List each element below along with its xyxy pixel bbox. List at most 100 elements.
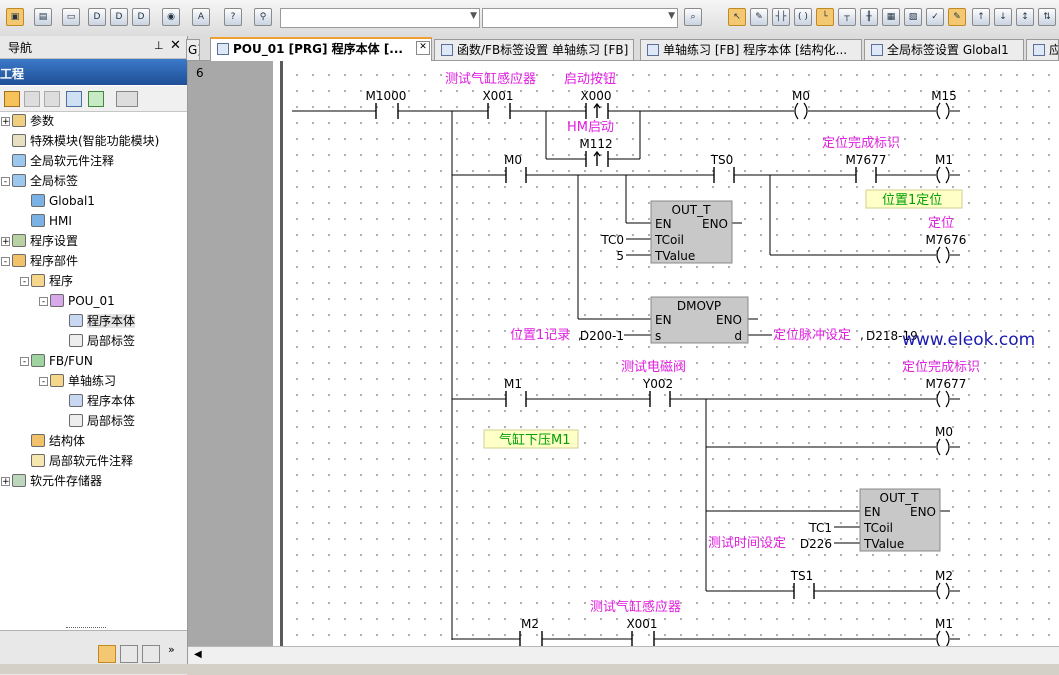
tree-item[interactable]: 结构体 — [31, 431, 85, 451]
tree-item[interactable]: 局部标签 — [69, 411, 135, 431]
tab-pou01-program[interactable]: POU_01 [PRG] 程序本体 [... ✕ — [210, 37, 432, 61]
device-dev2-icon[interactable]: D — [110, 8, 128, 26]
pulse-neg-icon[interactable]: ↕ — [1016, 8, 1034, 26]
tree-item[interactable]: Global1 — [31, 191, 95, 211]
contact-ts0[interactable] — [713, 167, 735, 183]
contact-m112-pulse[interactable] — [585, 150, 609, 167]
close-icon[interactable]: ✕ — [170, 38, 181, 53]
tree-item[interactable]: 全局软元件注释 — [12, 151, 114, 171]
contact-x001[interactable] — [487, 103, 511, 119]
collapse-icon[interactable]: - — [1, 177, 10, 187]
coil-m0-reset[interactable] — [936, 438, 950, 456]
ladder-line-icon[interactable]: └ — [816, 8, 834, 26]
tab-truncated[interactable]: G] — [186, 39, 200, 60]
contact-m1000[interactable] — [375, 103, 399, 119]
fb-out-t-1[interactable]: OUT_T EN ENO TCoil TValue — [650, 200, 733, 264]
lookup-icon[interactable]: ⌕ — [684, 8, 702, 26]
monitor-write-icon[interactable]: ✓ — [926, 8, 944, 26]
tree-item[interactable]: + 参数 — [1, 111, 54, 131]
program-icon[interactable]: ▤ — [34, 8, 52, 26]
edit-mode-icon[interactable]: ✎ — [948, 8, 966, 26]
chevron-down-icon[interactable]: » — [168, 643, 175, 656]
help-icon[interactable]: ? — [224, 8, 242, 26]
coil-m2-set[interactable] — [936, 582, 950, 600]
tree-item[interactable]: 程序本体 — [69, 311, 136, 331]
contact-x001-b[interactable] — [631, 631, 655, 646]
ladder-branch-icon[interactable]: ┬ — [838, 8, 856, 26]
coil-m1-reset[interactable] — [936, 630, 950, 646]
pulse-contact-down-icon[interactable]: ↓ — [994, 8, 1012, 26]
new-item-icon[interactable] — [4, 91, 20, 107]
monitor-icon[interactable]: ◉ — [162, 8, 180, 26]
coil-m7677-reset[interactable] — [936, 390, 950, 408]
ladder-diagram[interactable]: OUT_T EN ENO TCoil TValue DMOVP EN ENO s… — [188, 61, 1059, 646]
contact-m1[interactable] — [505, 391, 527, 407]
scroll-left-icon[interactable]: ◀ — [194, 649, 202, 660]
collapse-icon[interactable]: - — [20, 277, 29, 287]
tree-item[interactable]: - FB/FUN — [20, 351, 93, 371]
window-icon[interactable]: ▭ — [62, 8, 80, 26]
coil-m1-set[interactable] — [936, 166, 950, 184]
fb-out-t-2[interactable]: OUT_T EN ENO TCoil TValue — [859, 488, 941, 552]
tree-item[interactable]: + 程序设置 — [1, 231, 78, 251]
horizontal-scrollbar[interactable]: ◀ — [188, 646, 1059, 665]
ladder-tools-icon[interactable]: ╫ — [860, 8, 878, 26]
device-dev1-icon[interactable]: D — [88, 8, 106, 26]
paste-icon[interactable] — [44, 91, 60, 107]
tree-item[interactable]: 特殊模块(智能功能模块) — [12, 131, 159, 151]
collapse-icon[interactable]: - — [1, 257, 10, 267]
ladder-editor[interactable]: 6 OUT_T EN ENO TCoil TValue DMOVP EN ENO… — [188, 61, 1059, 646]
collapse-icon[interactable]: - — [39, 297, 48, 307]
font-icon[interactable]: A — [192, 8, 210, 26]
tree-item[interactable]: - 程序部件 — [1, 251, 78, 271]
project-view-icon[interactable] — [98, 645, 116, 663]
pulse-contact-icon[interactable]: ↑ — [972, 8, 990, 26]
contact-icon[interactable]: ┤├ — [772, 8, 790, 26]
fb-delete-icon[interactable]: ▧ — [904, 8, 922, 26]
expand-icon[interactable]: + — [1, 237, 10, 247]
tree-item[interactable]: - 单轴练习 — [39, 371, 116, 391]
collapse-icon[interactable]: - — [20, 357, 29, 367]
filter-icon[interactable] — [116, 91, 138, 107]
tree-item[interactable]: 程序本体 — [69, 391, 135, 411]
contact-m2[interactable] — [519, 631, 543, 646]
coil-icon[interactable]: ( ) — [794, 8, 812, 26]
contact-m0[interactable] — [505, 167, 527, 183]
contact-m7677[interactable] — [855, 167, 877, 183]
tab-fb-program-body[interactable]: 单轴练习 [FB] 程序本体 [结构化... — [640, 39, 862, 60]
tree-item[interactable]: 局部软元件注释 — [31, 451, 133, 471]
tree-item[interactable]: - POU_01 — [39, 291, 115, 311]
coil-m7676[interactable] — [936, 246, 950, 264]
tab-truncated-right[interactable]: 应 — [1026, 39, 1059, 60]
pulse-neg2-icon[interactable]: ⇅ — [1038, 8, 1056, 26]
contact-ts1[interactable] — [793, 583, 815, 599]
search-combo[interactable]: ▼ — [280, 8, 480, 28]
contact-x000-pulse[interactable] — [585, 102, 609, 119]
coil-m15-reset[interactable] — [936, 102, 950, 120]
project-icon[interactable]: ▣ — [6, 8, 24, 26]
select-icon[interactable]: ↖ — [728, 8, 746, 26]
user-library-icon[interactable] — [120, 645, 138, 663]
expand-icon[interactable]: + — [1, 477, 10, 487]
device-dev3-icon[interactable]: D — [132, 8, 150, 26]
contact-y002[interactable] — [649, 391, 671, 407]
close-tab-icon[interactable]: ✕ — [416, 41, 430, 55]
coil-m0-set[interactable] — [794, 102, 808, 120]
fb-dmovp[interactable]: DMOVP EN ENO s d — [650, 296, 749, 344]
tree-item[interactable]: 局部标签 — [69, 331, 135, 351]
refresh-icon[interactable] — [88, 91, 104, 107]
tab-global-label[interactable]: 全局标签设置 Global1 — [864, 39, 1024, 60]
expand-icon[interactable]: + — [1, 117, 10, 127]
properties-icon[interactable] — [66, 91, 82, 107]
collapse-icon[interactable]: - — [39, 377, 48, 387]
tree-item[interactable]: HMI — [31, 211, 72, 231]
binoculars-icon[interactable]: ⚲ — [254, 8, 272, 26]
connection-icon[interactable] — [142, 645, 160, 663]
nav-section-header[interactable]: 工程 — [0, 59, 187, 85]
tree-item[interactable]: + 软元件存储器 — [1, 471, 102, 491]
tab-fb-label-settings[interactable]: 函数/FB标签设置 单轴练习 [FB] — [434, 39, 634, 60]
tree-item[interactable]: - 全局标签 — [1, 171, 78, 191]
tree-item[interactable]: - 程序 — [20, 271, 73, 291]
pin-icon[interactable]: ⊥ — [154, 39, 164, 52]
write-icon[interactable]: ✎ — [750, 8, 768, 26]
